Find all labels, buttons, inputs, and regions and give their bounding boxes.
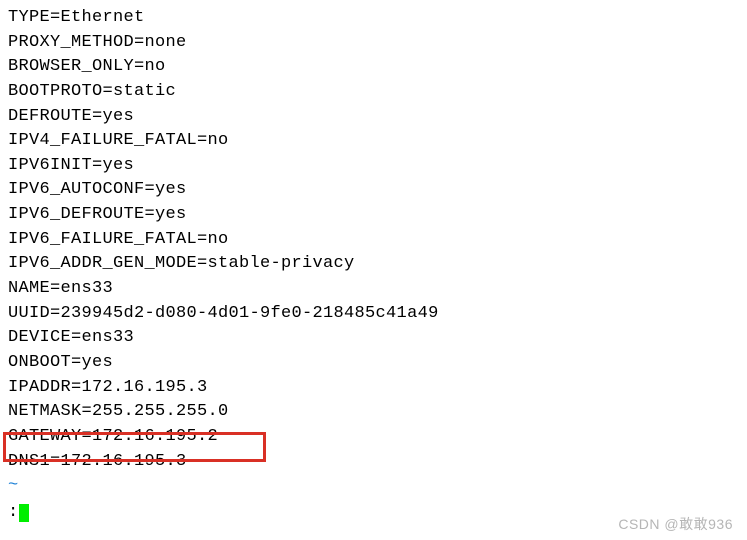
config-line: DEVICE=ens33 (8, 326, 739, 351)
watermark-text: CSDN @敢敢936 (618, 514, 733, 534)
config-line: DNS1=172.16.195.3 (8, 450, 739, 475)
config-line: IPV6_AUTOCONF=yes (8, 178, 739, 203)
config-line: IPV6_DEFROUTE=yes (8, 203, 739, 228)
config-line: DEFROUTE=yes (8, 105, 739, 130)
config-line: BROWSER_ONLY=no (8, 55, 739, 80)
config-line: IPV6INIT=yes (8, 154, 739, 179)
config-line: IPV6_FAILURE_FATAL=no (8, 228, 739, 253)
config-line: ONBOOT=yes (8, 351, 739, 376)
config-line: NAME=ens33 (8, 277, 739, 302)
config-line: BOOTPROTO=static (8, 80, 739, 105)
cursor-icon (19, 504, 29, 522)
config-line: TYPE=Ethernet (8, 6, 739, 31)
config-line: IPADDR=172.16.195.3 (8, 376, 739, 401)
vim-tilde-line: ~ (8, 474, 739, 499)
config-line: UUID=239945d2-d080-4d01-9fe0-218485c41a4… (8, 302, 739, 327)
config-line: IPV4_FAILURE_FATAL=no (8, 129, 739, 154)
config-line: PROXY_METHOD=none (8, 31, 739, 56)
prompt-colon: : (8, 503, 19, 522)
config-line: IPV6_ADDR_GEN_MODE=stable-privacy (8, 252, 739, 277)
terminal-output: TYPE=Ethernet PROXY_METHOD=none BROWSER_… (8, 6, 739, 525)
config-line: NETMASK=255.255.255.0 (8, 400, 739, 425)
config-line: GATEWAY=172.16.195.2 (8, 425, 739, 450)
